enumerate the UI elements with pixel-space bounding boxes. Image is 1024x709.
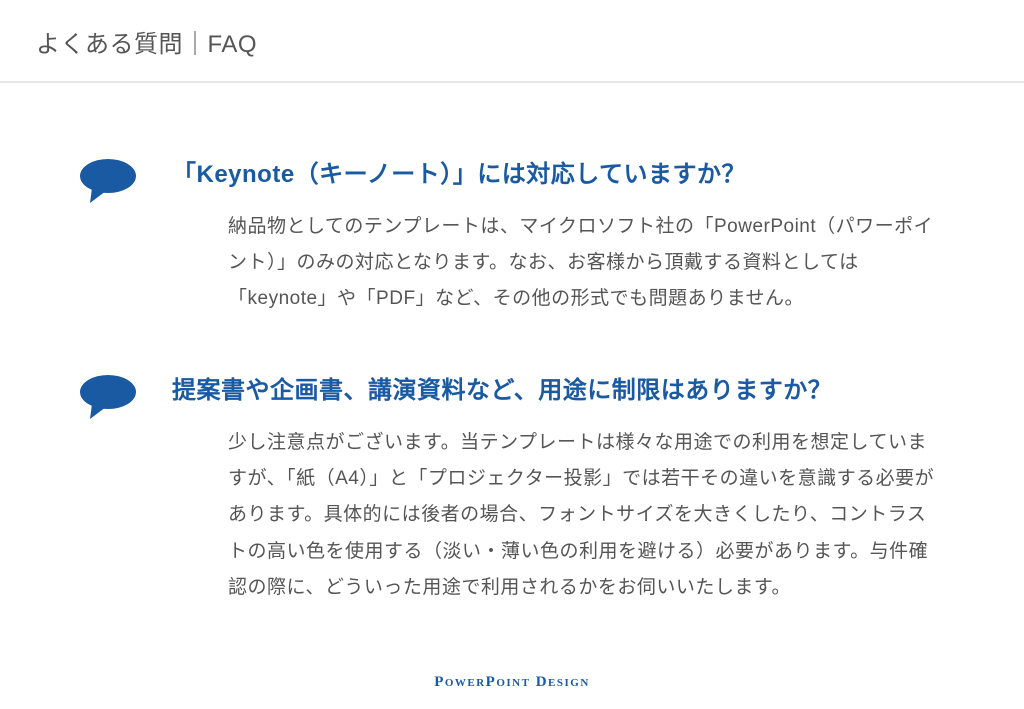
faq-question: 「Keynote（キーノート）」には対応していますか？ bbox=[172, 157, 944, 193]
faq-item: 「Keynote（キーノート）」には対応していますか？ 納品物としてのテンプレー… bbox=[78, 157, 944, 317]
faq-icon-container bbox=[78, 157, 158, 317]
faq-answer: 納品物としてのテンプレートは、マイクロソフト社の「PowerPoint（パワーポ… bbox=[172, 209, 944, 317]
faq-icon-container bbox=[78, 373, 158, 605]
faq-content: 「Keynote（キーノート）」には対応していますか？ 納品物としてのテンプレー… bbox=[0, 83, 1024, 606]
page-header: よくある質問｜FAQ bbox=[0, 0, 1024, 83]
page-footer: PowerPoint Design bbox=[0, 674, 1024, 691]
faq-text: 「Keynote（キーノート）」には対応していますか？ 納品物としてのテンプレー… bbox=[158, 157, 944, 317]
speech-bubble-icon bbox=[78, 194, 138, 211]
faq-question: 提案書や企画書、講演資料など、用途に制限はありますか？ bbox=[172, 373, 944, 409]
faq-text: 提案書や企画書、講演資料など、用途に制限はありますか？ 少し注意点がございます。… bbox=[158, 373, 944, 605]
page-title: よくある質問｜FAQ bbox=[36, 24, 1024, 59]
faq-answer: 少し注意点がございます。当テンプレートは様々な用途での利用を想定していますが、「… bbox=[172, 425, 944, 605]
faq-item: 提案書や企画書、講演資料など、用途に制限はありますか？ 少し注意点がございます。… bbox=[78, 373, 944, 605]
footer-brand: PowerPoint Design bbox=[0, 674, 1024, 691]
speech-bubble-icon bbox=[78, 410, 138, 427]
